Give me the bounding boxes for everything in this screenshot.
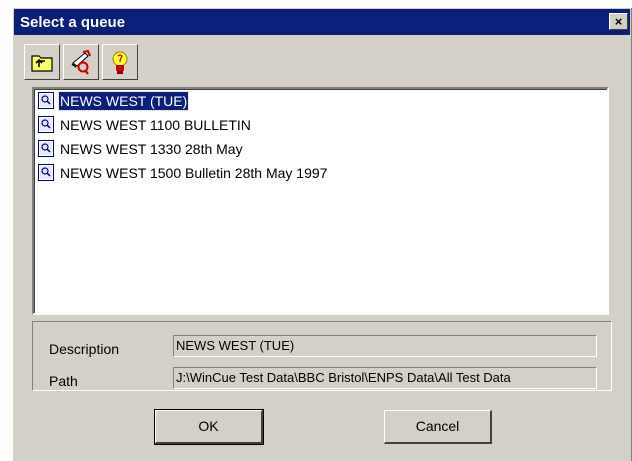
document-search-icon <box>38 140 54 157</box>
folder-up-icon <box>31 55 53 72</box>
query-icon <box>71 50 91 75</box>
list-item-label: NEWS WEST 1500 Bulletin 28th May 1997 <box>60 165 328 181</box>
document-search-icon <box>38 164 54 181</box>
query-button[interactable] <box>63 44 99 80</box>
select-queue-dialog: Select a queue × NEWS WEST (TUE) NEWS WE… <box>12 7 632 461</box>
path-field: J:\WinCue Test Data\BBC Bristol\ENPS Dat… <box>173 367 597 389</box>
description-field: NEWS WEST (TUE) <box>173 335 597 357</box>
description-label: Description <box>49 341 120 357</box>
close-button[interactable]: × <box>609 13 628 30</box>
queue-list[interactable]: NEWS WEST (TUE) NEWS WEST 1100 BULLETIN … <box>32 87 609 315</box>
path-label: Path <box>49 373 78 389</box>
window-title: Select a queue <box>20 14 126 31</box>
queue-details-panel: Description NEWS WEST (TUE) Path J:\WinC… <box>32 321 612 391</box>
document-search-icon <box>38 92 54 109</box>
lightbulb-icon <box>112 51 128 74</box>
ok-button[interactable]: OK <box>154 409 264 445</box>
folder-up-button[interactable] <box>24 44 60 80</box>
cancel-button[interactable]: Cancel <box>384 410 492 444</box>
list-item-label: NEWS WEST 1100 BULLETIN <box>60 117 251 133</box>
document-search-icon <box>38 116 54 133</box>
lightbulb-button[interactable] <box>102 44 138 80</box>
list-item-label: NEWS WEST 1330 28th May <box>60 141 243 157</box>
title-bar[interactable]: Select a queue × <box>14 9 630 35</box>
list-item-label: NEWS WEST (TUE) <box>57 91 190 111</box>
